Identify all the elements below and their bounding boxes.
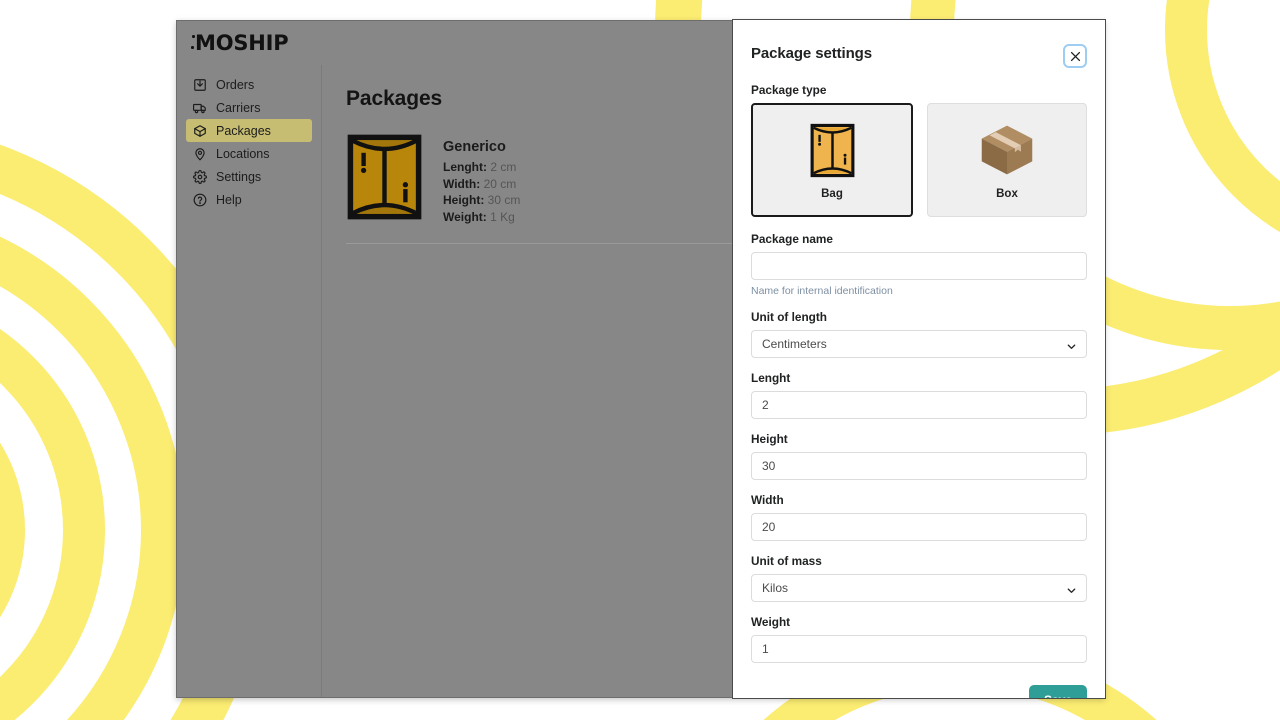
unit-of-length-select[interactable]: Centimeters — [751, 330, 1087, 358]
unit-of-mass-label: Unit of mass — [751, 554, 822, 568]
map-pin-icon — [192, 146, 207, 161]
bag-thumbnail-icon — [346, 133, 423, 221]
package-type-bag-card[interactable]: Bag — [751, 103, 913, 217]
logo-text: MOSHIP — [195, 31, 289, 55]
save-button[interactable]: Save — [1028, 685, 1087, 698]
logo-dot-icon — [192, 35, 195, 38]
sidebar-item-label: Orders — [216, 77, 255, 92]
width-input[interactable] — [751, 513, 1087, 541]
question-icon — [192, 192, 207, 207]
sidebar-item-label: Packages — [216, 123, 271, 138]
close-button[interactable] — [1063, 44, 1087, 68]
package-weight-label: Weight: — [443, 209, 487, 224]
panel-footer: Save — [751, 685, 1087, 698]
package-length: Lenght: 2 cm — [443, 159, 520, 176]
unit-of-length-label: Unit of length — [751, 310, 828, 324]
sidebar-item-orders[interactable]: Orders — [186, 73, 312, 96]
close-icon — [1070, 51, 1080, 61]
panel-header: Package settings — [751, 44, 1087, 68]
unit-of-length-wrap: Centimeters — [751, 330, 1087, 358]
sidebar-item-label: Locations — [216, 146, 270, 161]
package-type-cards: Bag Box — [751, 103, 1087, 217]
package-weight: Weight: 1 Kg — [443, 209, 520, 226]
sidebar-item-packages[interactable]: Packages — [186, 119, 312, 142]
package-settings-panel: Package settings Package type Bag Box Pa… — [732, 19, 1106, 699]
package-height: Height: 30 cm — [443, 192, 520, 209]
sidebar: Orders Carriers Packages Locations Setti… — [177, 65, 322, 697]
moship-logo: MOSHIP — [191, 31, 289, 55]
sidebar-item-carriers[interactable]: Carriers — [186, 96, 312, 119]
height-label: Height — [751, 432, 788, 446]
unit-of-mass-select[interactable]: Kilos — [751, 574, 1087, 602]
package-name: Generico — [443, 139, 506, 155]
logo-dot-icon — [191, 46, 194, 49]
package-height-label: Height: — [443, 193, 485, 208]
length-input[interactable] — [751, 391, 1087, 419]
weight-label: Weight — [751, 615, 791, 629]
sidebar-item-label: Carriers — [216, 100, 261, 115]
length-label: Lenght — [751, 371, 791, 385]
package-weight-value: 1 Kg — [490, 209, 515, 224]
package-type-box-card[interactable]: Box — [927, 103, 1087, 217]
package-type-label: Package type — [751, 83, 827, 97]
box-icon — [192, 123, 207, 138]
width-label: Width — [751, 493, 784, 507]
package-width-value: 20 cm — [483, 176, 517, 191]
sidebar-item-locations[interactable]: Locations — [186, 142, 312, 165]
package-type-box-label: Box — [996, 188, 1018, 200]
height-input[interactable] — [751, 452, 1087, 480]
gear-icon — [192, 169, 207, 184]
panel-title: Package settings — [751, 45, 872, 62]
sidebar-item-label: Help — [216, 192, 242, 207]
package-info: Generico Lenght: 2 cm Width: 20 cm Heigh… — [443, 133, 520, 225]
inbox-icon — [192, 77, 207, 92]
package-width-label: Width: — [443, 176, 481, 191]
package-name-input[interactable] — [751, 252, 1087, 280]
package-height-value: 30 cm — [487, 193, 521, 208]
bag-icon — [809, 120, 856, 180]
unit-of-mass-wrap: Kilos — [751, 574, 1087, 602]
package-name-helper: Name for internal identification — [751, 285, 893, 297]
truck-icon — [192, 100, 207, 115]
package-length-value: 2 cm — [490, 160, 517, 174]
sidebar-item-help[interactable]: Help — [186, 188, 312, 211]
package-name-label: Package name — [751, 232, 833, 246]
sidebar-item-settings[interactable]: Settings — [186, 165, 312, 188]
cardboard-box-icon — [979, 120, 1035, 180]
package-width: Width: 20 cm — [443, 176, 520, 193]
sidebar-item-label: Settings — [216, 169, 262, 184]
weight-input[interactable] — [751, 635, 1087, 663]
package-type-bag-label: Bag — [821, 188, 843, 200]
package-length-label: Lenght: — [443, 160, 487, 174]
